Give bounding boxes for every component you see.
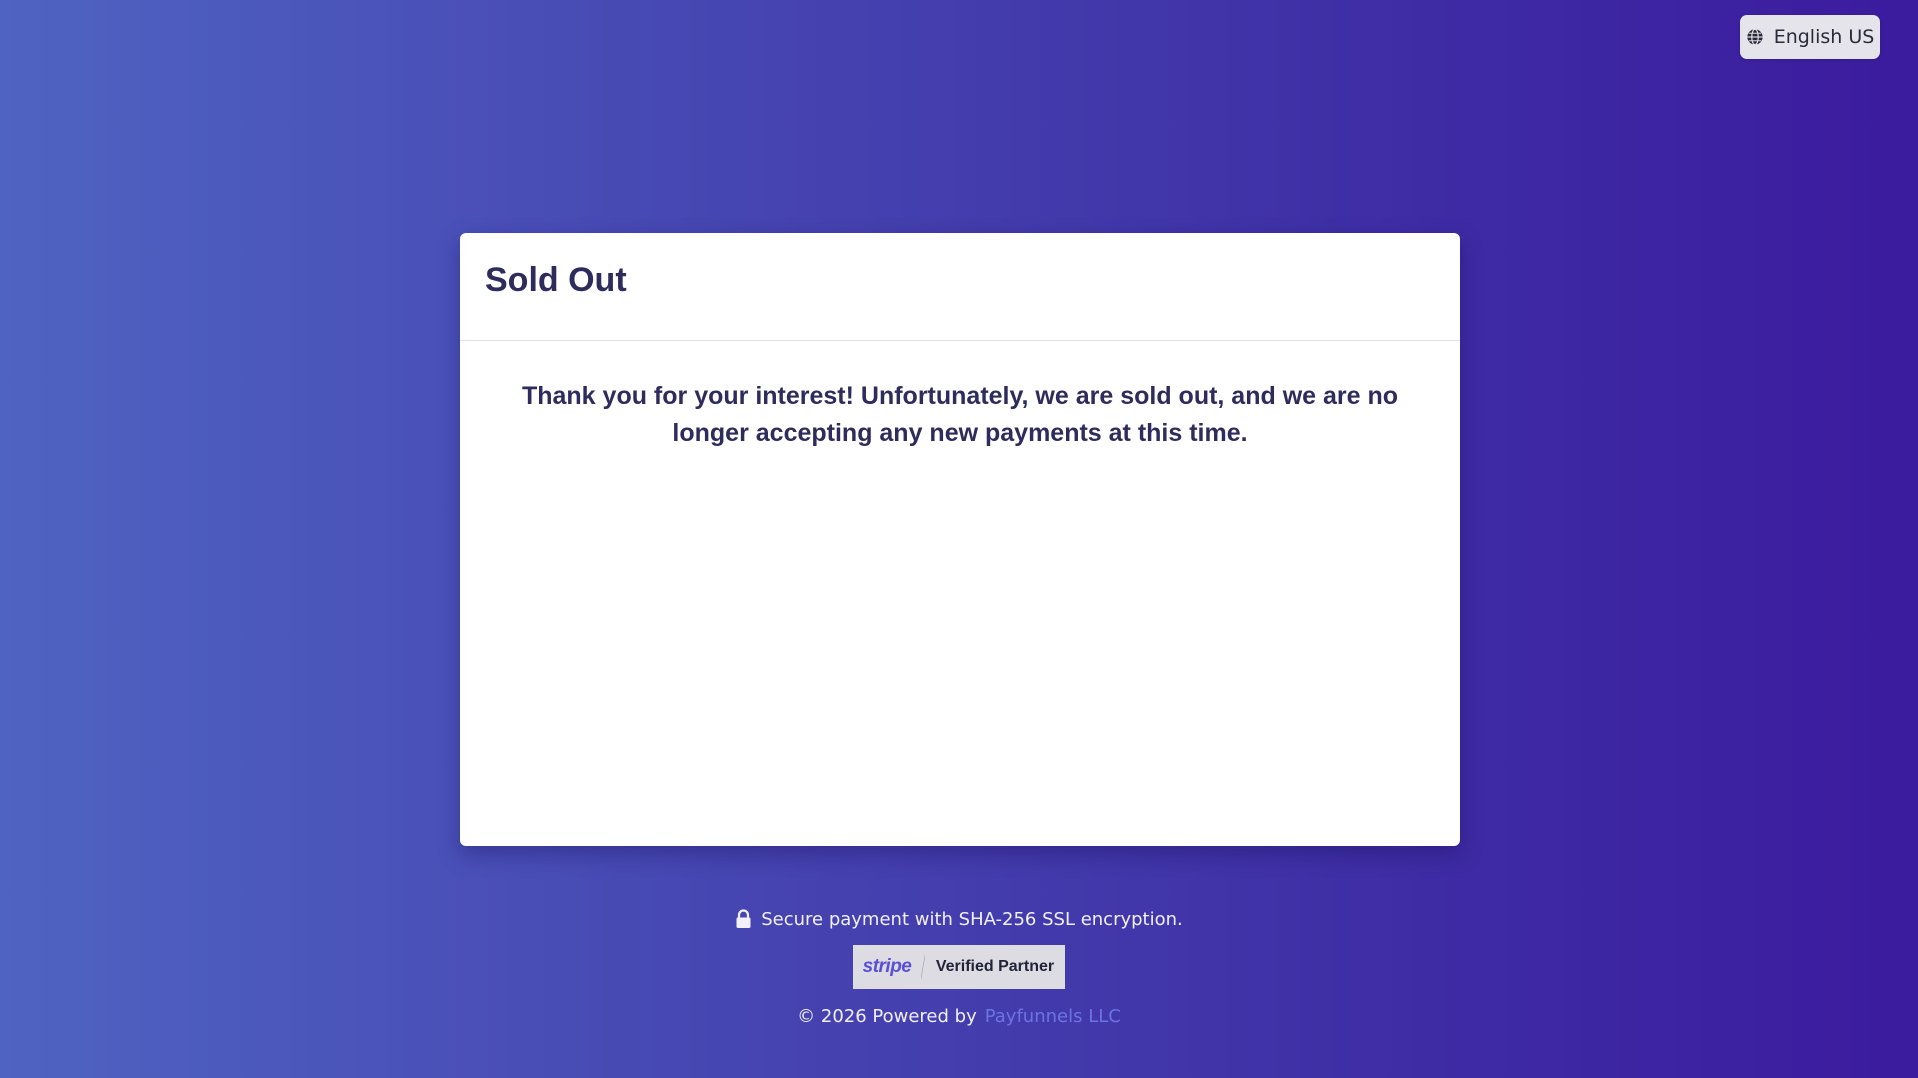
page-title: Sold Out xyxy=(485,261,627,299)
card-body: Thank you for your interest! Unfortunate… xyxy=(460,341,1460,452)
footer: Secure payment with SHA-256 SSL encrypti… xyxy=(0,903,1918,1027)
language-selector-button[interactable]: English US xyxy=(1740,15,1880,59)
globe-icon xyxy=(1746,28,1764,46)
powered-by-text: © 2026 Powered by xyxy=(797,1006,977,1027)
stripe-logo: stripe xyxy=(862,956,912,977)
verified-partner-label: Verified Partner xyxy=(935,958,1055,975)
language-label: English US xyxy=(1773,26,1875,48)
powered-by-line: © 2026 Powered by Payfunnels LLC xyxy=(0,1006,1918,1027)
sold-out-card: Sold Out Thank you for your interest! Un… xyxy=(460,233,1460,846)
secure-payment-notice: Secure payment with SHA-256 SSL encrypti… xyxy=(0,903,1918,935)
sold-out-message: Thank you for your interest! Unfortunate… xyxy=(521,382,1399,447)
payfunnels-link[interactable]: Payfunnels LLC xyxy=(985,1006,1121,1027)
secure-payment-text: Secure payment with SHA-256 SSL encrypti… xyxy=(761,908,1183,930)
lock-icon xyxy=(735,909,752,929)
card-header: Sold Out xyxy=(460,233,1460,341)
stripe-verified-badge: stripe Verified Partner xyxy=(853,945,1065,989)
